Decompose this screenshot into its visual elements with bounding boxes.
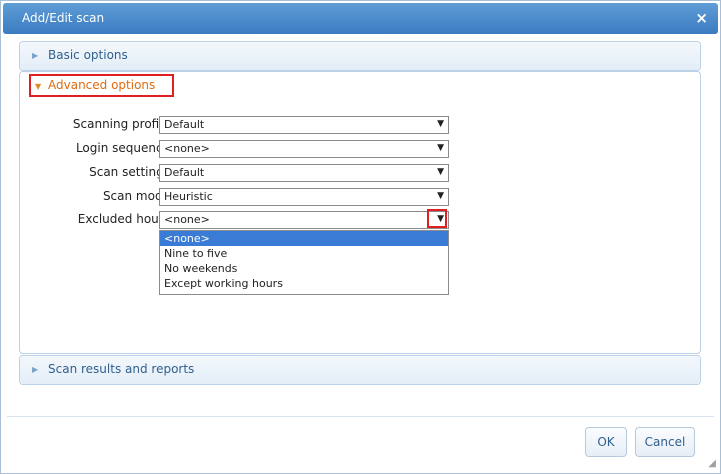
scan-mode-value: Heuristic <box>164 190 213 203</box>
scan-results-panel: ▶ Scan results and reports <box>19 355 701 385</box>
chevron-down-icon: ▼ <box>437 119 444 129</box>
option-nine-to-five[interactable]: Nine to five <box>160 246 448 261</box>
advanced-options-label: Advanced options <box>48 78 156 92</box>
collapse-arrow-icon: ▼ <box>35 82 42 91</box>
scan-settings-value: Default <box>164 166 205 179</box>
scan-settings-select[interactable]: Default ▼ <box>159 164 449 182</box>
expand-arrow-icon: ▶ <box>32 365 39 374</box>
basic-options-label: Basic options <box>48 48 128 62</box>
excluded-hours-select[interactable]: <none> ▼ <box>159 211 449 229</box>
excluded-hours-value: <none> <box>164 213 210 226</box>
scan-mode-select[interactable]: Heuristic ▼ <box>159 188 449 206</box>
dialog-title: Add/Edit scan <box>22 11 105 25</box>
option-no-weekends[interactable]: No weekends <box>160 261 448 276</box>
advanced-options-header[interactable]: ▼ Advanced options <box>29 74 174 97</box>
basic-options-header[interactable]: ▶ Basic options <box>20 42 700 70</box>
excluded-hours-options: <none> Nine to five No weekends Except w… <box>159 230 449 295</box>
dropdown-highlight <box>427 209 447 228</box>
cancel-button[interactable]: Cancel <box>635 427 695 457</box>
scan-results-label: Scan results and reports <box>48 362 195 376</box>
chevron-down-icon: ▼ <box>437 167 444 177</box>
footer-divider <box>7 416 714 417</box>
expand-arrow-icon: ▶ <box>32 51 39 60</box>
scan-results-header[interactable]: ▶ Scan results and reports <box>20 356 700 384</box>
login-sequence-select[interactable]: <none> ▼ <box>159 140 449 158</box>
resize-grip-icon[interactable]: ◢ <box>708 458 716 469</box>
scanning-profile-value: Default <box>164 118 205 131</box>
basic-options-panel: ▶ Basic options <box>19 41 701 71</box>
option-except-working-hours[interactable]: Except working hours <box>160 276 448 291</box>
chevron-down-icon: ▼ <box>437 191 444 201</box>
dialog-titlebar[interactable]: Add/Edit scan × <box>3 3 718 34</box>
login-sequence-value: <none> <box>164 142 210 155</box>
add-edit-scan-dialog: Add/Edit scan × ▶ Basic options ▼ Advanc… <box>0 0 721 474</box>
ok-button[interactable]: OK <box>585 427 627 457</box>
scanning-profile-select[interactable]: Default ▼ <box>159 116 449 134</box>
option-none[interactable]: <none> <box>160 231 448 246</box>
close-icon[interactable]: × <box>695 9 708 27</box>
chevron-down-icon: ▼ <box>437 143 444 153</box>
